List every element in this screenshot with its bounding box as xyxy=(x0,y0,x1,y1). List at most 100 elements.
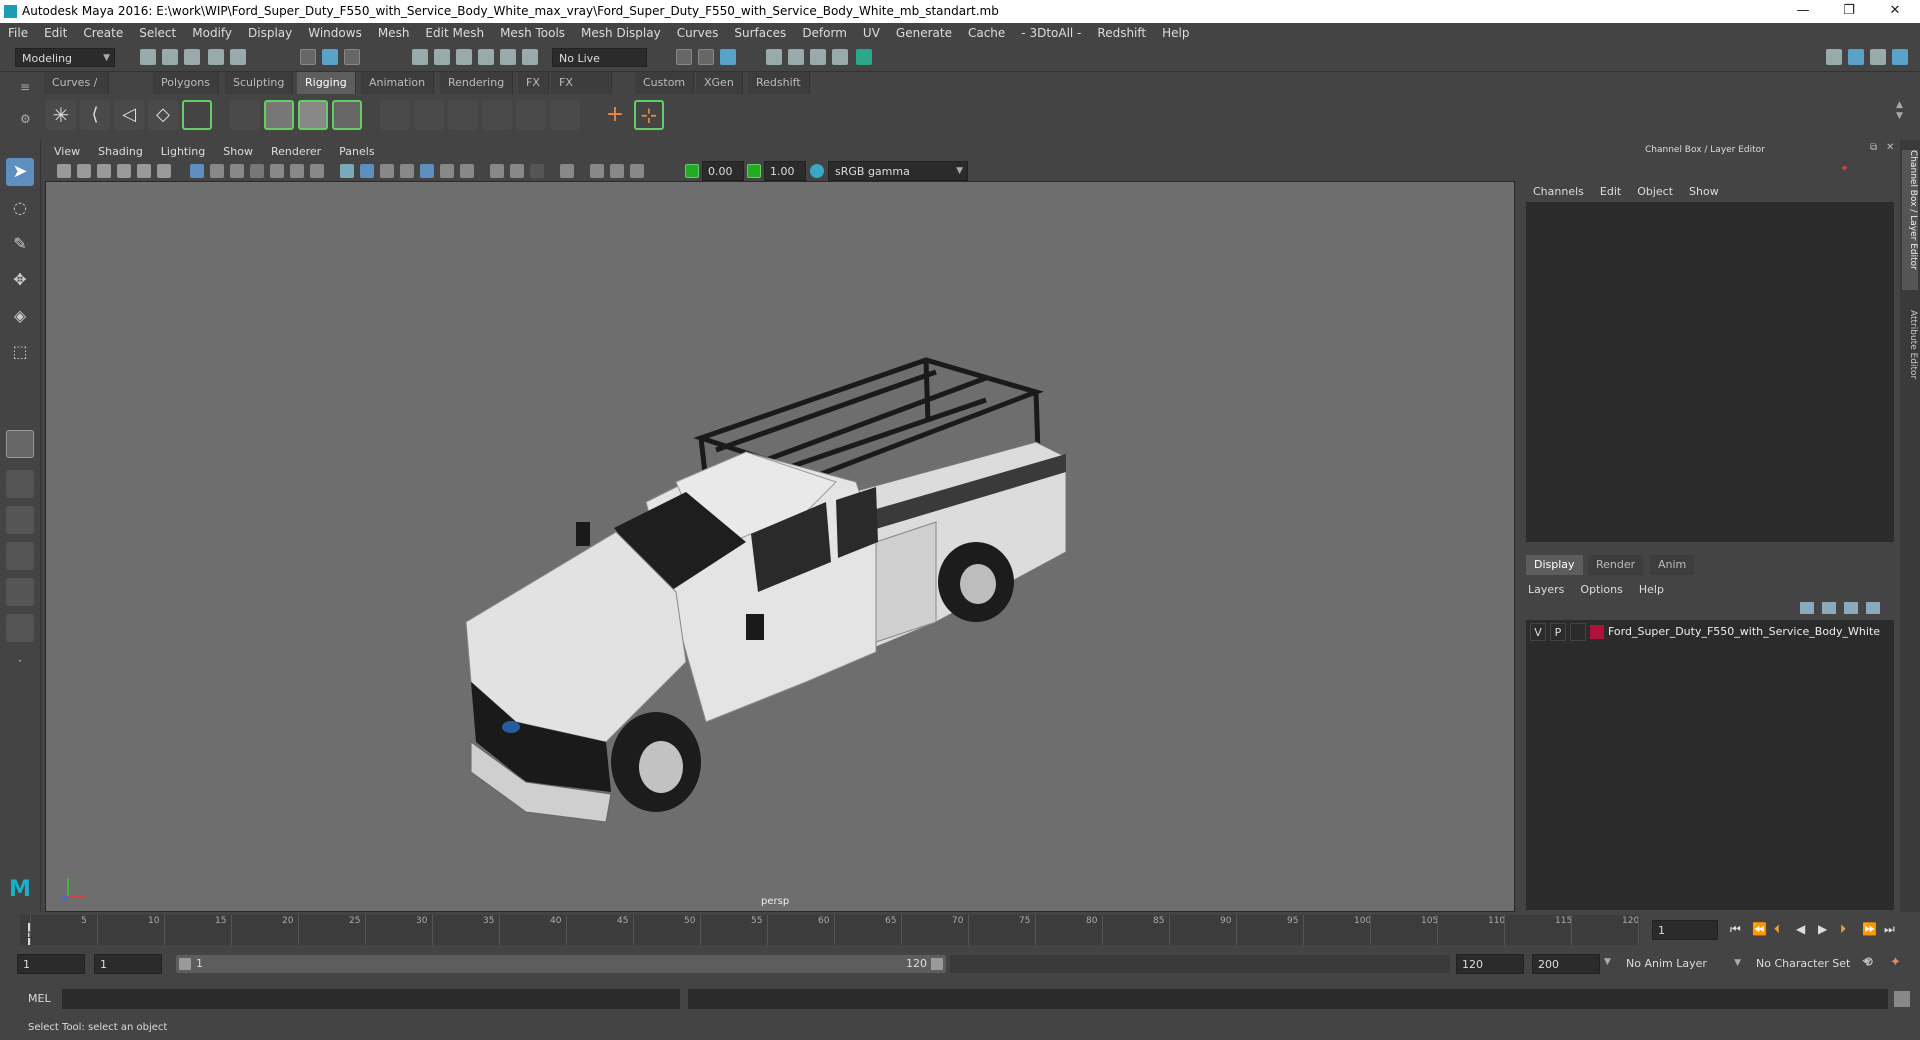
screen-space-ao-icon[interactable] xyxy=(490,164,504,178)
single-pane-layout-icon[interactable] xyxy=(6,430,34,458)
layers-menu[interactable]: Layers xyxy=(1528,583,1572,596)
motion-blur-icon[interactable] xyxy=(510,164,524,178)
viewport-menu-panels[interactable]: Panels xyxy=(330,143,383,161)
default-material-icon[interactable] xyxy=(400,164,414,178)
tab-xgen[interactable]: XGen xyxy=(696,72,743,94)
shelf-scroll-icon[interactable]: ▲ ▼ xyxy=(1896,100,1903,122)
two-d-pan-icon[interactable] xyxy=(137,164,151,178)
menu-generate[interactable]: Generate xyxy=(888,23,960,44)
smooth-shade-icon[interactable] xyxy=(360,164,374,178)
menu-mesh[interactable]: Mesh xyxy=(370,23,418,44)
go-to-start-icon[interactable]: ⏮ xyxy=(1730,922,1741,937)
workspace-icon[interactable] xyxy=(1826,49,1842,65)
object-menu[interactable]: Object xyxy=(1629,185,1681,198)
isolate-select-icon[interactable] xyxy=(560,164,574,178)
resolution-gate-icon[interactable] xyxy=(230,164,244,178)
open-scene-icon[interactable] xyxy=(162,49,178,65)
aim-constraint-icon[interactable] xyxy=(414,100,444,130)
output-ops-icon[interactable] xyxy=(698,49,714,65)
menu-display[interactable]: Display xyxy=(240,23,300,44)
color-management-icon[interactable] xyxy=(810,164,824,178)
live-surface-field[interactable]: No Live Surface xyxy=(552,48,647,84)
playback-end-field[interactable]: 120 xyxy=(1456,954,1524,974)
channel-list[interactable] xyxy=(1526,202,1894,542)
menu-deform[interactable]: Deform xyxy=(794,23,855,44)
render-settings-icon[interactable] xyxy=(832,49,848,65)
menu-redshift[interactable]: Redshift xyxy=(1089,23,1154,44)
tab-attribute-editor[interactable]: Attribute Editor xyxy=(1902,310,1918,400)
wireframe-icon[interactable] xyxy=(340,164,354,178)
move-tool-icon[interactable]: ✥ xyxy=(6,266,34,294)
auto-key-icon[interactable]: ⟲ xyxy=(1862,955,1873,970)
new-scene-icon[interactable] xyxy=(140,49,156,65)
joint-tool-icon[interactable]: ✳ xyxy=(46,100,76,130)
step-back-icon[interactable]: ⏪ xyxy=(1752,922,1767,936)
attribute-editor-toggle-icon[interactable] xyxy=(1892,49,1908,65)
ik-handle-icon[interactable]: ⟨ xyxy=(80,100,110,130)
quick-rig-icon[interactable] xyxy=(182,100,212,130)
menu-curves[interactable]: Curves xyxy=(669,23,727,44)
script-editor-icon[interactable] xyxy=(1894,991,1910,1007)
paint-select-tool-icon[interactable]: ✎ xyxy=(6,230,34,258)
four-pane-layout-icon[interactable] xyxy=(6,470,34,498)
menu-edit-mesh[interactable]: Edit Mesh xyxy=(417,23,492,44)
menu-3dtoall[interactable]: - 3DtoAll - xyxy=(1013,23,1089,44)
lattice-icon[interactable] xyxy=(298,100,328,130)
construction-history-icon[interactable] xyxy=(720,49,736,65)
camera-attributes-icon[interactable] xyxy=(77,164,91,178)
command-input[interactable] xyxy=(62,989,680,1009)
anim-layer-dropdown[interactable]: No Anim Layer ▼ xyxy=(1620,954,1745,974)
channel-box-toggle-icon[interactable] xyxy=(1848,49,1864,65)
grease-pencil-icon[interactable] xyxy=(157,164,171,178)
go-to-end-icon[interactable]: ⏭ xyxy=(1884,922,1895,937)
tab-custom[interactable]: Custom xyxy=(635,72,695,94)
parent-constraint-icon[interactable] xyxy=(516,100,546,130)
use-all-lights-icon[interactable] xyxy=(440,164,454,178)
snap-view-icon[interactable] xyxy=(478,49,494,65)
help-menu[interactable]: Help xyxy=(1631,583,1672,596)
viewport-menu-renderer[interactable]: Renderer xyxy=(262,143,330,161)
range-slider-track[interactable] xyxy=(950,955,1450,973)
side-by-side-layout-icon[interactable] xyxy=(6,506,34,534)
hypershade-icon[interactable] xyxy=(856,49,872,65)
paint-weights-icon[interactable] xyxy=(264,100,294,130)
menu-mesh-tools[interactable]: Mesh Tools xyxy=(492,23,573,44)
rotate-tool-icon[interactable]: ◈ xyxy=(6,302,34,330)
outliner-toggle-icon[interactable] xyxy=(1870,49,1886,65)
menu-uv[interactable]: UV xyxy=(855,23,888,44)
menu-modify[interactable]: Modify xyxy=(184,23,240,44)
viewport-menu-show[interactable]: Show xyxy=(214,143,262,161)
redo-icon[interactable] xyxy=(230,49,246,65)
ipr-render-icon[interactable] xyxy=(810,49,826,65)
new-layer-selected-icon[interactable] xyxy=(1866,602,1880,614)
animation-preferences-icon[interactable]: ✦ xyxy=(1890,955,1901,970)
layer-display-type-toggle[interactable] xyxy=(1570,623,1586,641)
shadows-icon[interactable] xyxy=(460,164,474,178)
bind-skin-icon[interactable] xyxy=(230,100,260,130)
minimize-button[interactable]: — xyxy=(1780,0,1826,23)
tab-fx[interactable]: FX xyxy=(518,72,549,94)
tab-polygons[interactable]: Polygons xyxy=(153,72,219,94)
truck-model-render[interactable] xyxy=(46,182,1515,912)
menu-create[interactable]: Create xyxy=(75,23,131,44)
select-component-icon[interactable] xyxy=(344,49,360,65)
point-constraint-icon[interactable] xyxy=(380,100,410,130)
menu-select[interactable]: Select xyxy=(131,23,184,44)
tab-rigging[interactable]: Rigging xyxy=(297,72,356,94)
playback-start-field[interactable]: 1 xyxy=(94,954,162,974)
film-gate-icon[interactable] xyxy=(210,164,224,178)
wireframe-on-shaded-icon[interactable] xyxy=(380,164,394,178)
viewport-menu-view[interactable]: View xyxy=(45,143,89,161)
step-forward-icon[interactable]: ⏩ xyxy=(1862,922,1877,936)
grid-toggle-icon[interactable] xyxy=(190,164,204,178)
perspective-viewport[interactable]: persp xyxy=(45,181,1515,912)
range-slider[interactable]: 1 120 xyxy=(176,955,946,973)
more-layouts-icon[interactable]: · xyxy=(6,654,34,674)
select-tool-icon[interactable]: ➤ xyxy=(6,158,34,186)
graph-layout-icon[interactable] xyxy=(6,614,34,642)
cluster-icon[interactable] xyxy=(332,100,362,130)
camera-select-icon[interactable] xyxy=(57,164,71,178)
input-ops-icon[interactable] xyxy=(676,49,692,65)
tab-anim[interactable]: Anim xyxy=(1650,555,1695,575)
next-key-icon[interactable]: ⏵ xyxy=(1840,922,1846,937)
